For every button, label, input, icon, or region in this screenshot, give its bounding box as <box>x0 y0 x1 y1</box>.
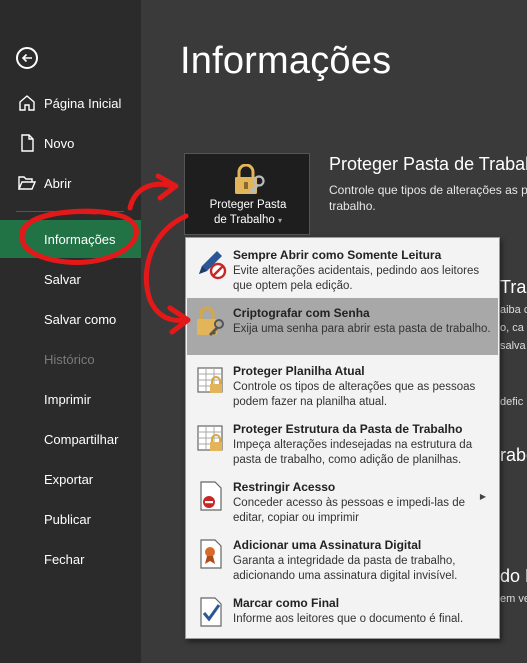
lock-key-icon <box>197 306 224 336</box>
home-icon <box>19 95 35 111</box>
protect-section-description: Controle que tipos de alterações as pe t… <box>329 183 527 213</box>
nav-save-as-label: Salvar como <box>44 311 117 327</box>
protect-workbook-button[interactable]: Proteger Pasta de Trabalho ▾ <box>184 153 310 235</box>
menu-item-description: Conceder acesso às pessoas e impedi-las … <box>233 497 466 524</box>
chevron-down-icon: ▾ <box>277 216 282 225</box>
menu-item-title: Sempre Abrir como Somente Leitura <box>233 248 442 262</box>
backstage-sidebar: Página Inicial Novo Abrir Informações Sa… <box>0 0 141 663</box>
nav-save[interactable]: Salvar <box>0 261 141 297</box>
menu-item-protect-structure[interactable]: Proteger Estrutura da Pasta de Trabalho … <box>187 414 498 471</box>
menu-item-mark-final[interactable]: Marcar como Final Informe aos leitores q… <box>187 588 498 645</box>
pen-no-edit-icon <box>199 251 227 280</box>
bg-text-fragment: salva <box>500 340 526 352</box>
bg-section-fragment: rabe <box>500 445 527 465</box>
protect-section-title: Proteger Pasta de Trabal <box>329 154 527 174</box>
nav-open-label: Abrir <box>44 175 72 191</box>
page-title: Informações <box>180 40 392 82</box>
menu-item-read-only[interactable]: Sempre Abrir como Somente Leitura Evite … <box>187 240 498 297</box>
menu-item-description: Controle os tipos de alterações que as p… <box>233 381 476 408</box>
nav-home[interactable]: Página Inicial <box>0 85 141 121</box>
nav-print-label: Imprimir <box>44 391 91 407</box>
nav-print[interactable]: Imprimir <box>0 381 141 417</box>
nav-export[interactable]: Exportar <box>0 461 141 497</box>
menu-item-title: Adicionar uma Assinatura Digital <box>233 538 422 552</box>
mark-final-icon <box>200 597 222 627</box>
nav-export-label: Exportar <box>44 471 94 487</box>
nav-history-label: Histórico <box>44 351 95 367</box>
red-arrow-annotation <box>143 213 189 323</box>
nav-publish[interactable]: Publicar <box>0 501 141 537</box>
nav-new[interactable]: Novo <box>0 125 141 161</box>
menu-item-description: Garanta a integridade da pasta de trabal… <box>233 555 458 582</box>
protect-workbook-line1: Proteger Pasta <box>209 199 287 211</box>
protect-workbook-line2: de Trabalho <box>214 214 275 226</box>
red-arrowhead-annotation <box>155 173 179 201</box>
menu-item-encrypt-password[interactable]: Criptografar com Senha Exija uma senha p… <box>187 298 498 355</box>
bg-text-fragment: em ve <box>500 593 527 605</box>
menu-item-title: Criptografar com Senha <box>233 306 370 320</box>
bg-text-fragment: defic <box>500 396 524 408</box>
menu-item-restrict-access[interactable]: Restringir Acesso Conceder acesso às pes… <box>187 472 498 529</box>
menu-item-digital-signature[interactable]: Adicionar uma Assinatura Digital Garanta… <box>187 530 498 587</box>
nav-share-label: Compartilhar <box>44 431 119 447</box>
sheet-lock-icon <box>197 367 223 393</box>
nav-close-label: Fechar <box>44 551 85 567</box>
nav-share[interactable]: Compartilhar <box>0 421 141 457</box>
nav-publish-label: Publicar <box>44 511 91 527</box>
restrict-access-icon <box>200 481 222 511</box>
menu-item-description: Impeça alterações indesejadas na estrutu… <box>233 439 473 466</box>
workbook-lock-icon <box>197 425 223 451</box>
submenu-arrow-icon: ▶ <box>479 492 486 501</box>
nav-open[interactable]: Abrir <box>0 165 141 201</box>
menu-item-description: Evite alterações acidentais, pedindo aos… <box>233 265 480 292</box>
menu-item-title: Restringir Acesso <box>233 480 336 494</box>
new-document-icon <box>21 134 34 152</box>
bg-text-fragment: aiba c <box>500 304 527 316</box>
bg-text-fragment: o, ca <box>500 322 524 334</box>
menu-item-description: Informe aos leitores que o documento é f… <box>233 613 464 625</box>
nav-history: Histórico <box>0 341 141 377</box>
sidebar-divider <box>16 211 124 212</box>
nav-new-label: Novo <box>44 135 75 151</box>
nav-save-label: Salvar <box>44 271 81 287</box>
back-arrow-icon[interactable] <box>16 47 38 69</box>
nav-info-label: Informações <box>44 231 116 247</box>
protect-workbook-menu: Sempre Abrir como Somente Leitura Evite … <box>185 237 500 639</box>
menu-item-title: Marcar como Final <box>233 596 340 610</box>
menu-item-title: Proteger Estrutura da Pasta de Trabalho <box>233 422 463 436</box>
bg-section-fragment: Tra <box>500 277 527 297</box>
protect-workbook-label: Proteger Pasta de Trabalho ▾ <box>185 198 311 228</box>
lock-key-icon <box>235 164 265 194</box>
nav-close[interactable]: Fechar <box>0 541 141 577</box>
menu-item-protect-sheet[interactable]: Proteger Planilha Atual Controle os tipo… <box>187 356 498 413</box>
menu-item-title: Proteger Planilha Atual <box>233 364 365 378</box>
folder-open-icon <box>18 176 36 190</box>
bg-section-fragment: do N <box>500 566 527 586</box>
nav-home-label: Página Inicial <box>44 95 122 111</box>
nav-info[interactable]: Informações <box>0 220 141 258</box>
digital-signature-icon <box>200 539 222 569</box>
nav-save-as[interactable]: Salvar como <box>0 301 141 337</box>
menu-item-description: Exija uma senha para abrir esta pasta de… <box>233 323 491 335</box>
